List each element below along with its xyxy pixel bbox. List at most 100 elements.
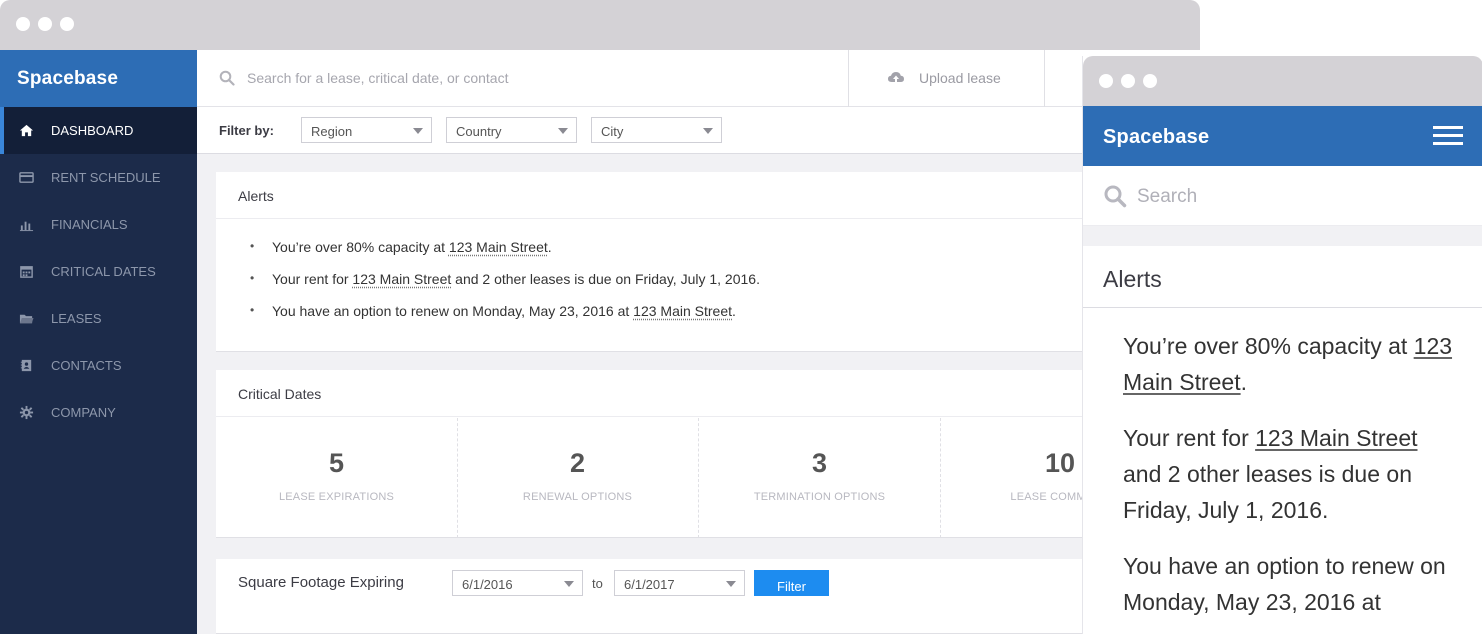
gear-icon [18,405,34,421]
alert-text-end: and 2 other leases is due on Friday, Jul… [1123,461,1412,523]
chevron-down-icon [726,581,736,587]
property-link[interactable]: 123 Main Street [449,239,548,255]
sidebar-item-label: LEASES [51,311,102,326]
sidebar-item-company[interactable]: COMPANY [0,389,197,436]
home-icon [18,123,34,139]
sidebar-item-label: CONTACTS [51,358,122,373]
chevron-down-icon [558,128,568,134]
section-divider [1083,226,1482,246]
mobile-alerts-title: Alerts [1083,246,1482,308]
top-bar: Search for a lease, critical date, or co… [197,50,1200,107]
mobile-alerts-list: You’re over 80% capacity at 123 Main Str… [1083,308,1482,634]
window-dot-minimize[interactable] [1121,74,1135,88]
mobile-search-input[interactable]: Search [1137,186,1197,208]
sidebar-item-financials[interactable]: FINANCIALS [0,201,197,248]
alert-text: You have an option to renew on Monday, M… [1123,553,1446,615]
sidebar-item-rent-schedule[interactable]: RENT SCHEDULE [0,154,197,201]
filter-button[interactable]: Filter [754,570,829,596]
sidebar-item-leases[interactable]: LEASES [0,295,197,342]
window-titlebar [0,0,1200,50]
chevron-down-icon [413,128,423,134]
sidebar-item-contacts[interactable]: CONTACTS [0,342,197,389]
window-dot-maximize[interactable] [60,17,74,31]
property-link[interactable]: 123 Main Street [352,271,451,287]
critical-dates-card: Critical Dates 5 LEASE EXPIRATIONS 2 REN… [216,370,1200,538]
search-input[interactable]: Search for a lease, critical date, or co… [247,70,508,86]
desktop-window: Spacebase DASHBOARD RENT SCHEDULE FINANC… [0,0,1200,634]
stat-renewal-options[interactable]: 2 RENEWAL OPTIONS [457,418,699,538]
alert-text: You have an option to renew on Monday, M… [272,303,634,319]
alert-item: You’re over 80% capacity at 123 Main Str… [250,239,1200,271]
main-content: Search for a lease, critical date, or co… [197,50,1200,634]
alert-item: You have an option to renew on Monday, M… [250,303,1200,335]
from-date-select[interactable]: 6/1/2016 [452,570,583,596]
sidebar-item-label: DASHBOARD [51,123,134,138]
stat-value: 5 [328,448,345,478]
alert-text: You’re over 80% capacity at [272,239,449,255]
window-dot-maximize[interactable] [1143,74,1157,88]
square-footage-card: Square Footage Expiring 6/1/2016 to 6/1/… [216,559,1200,634]
alerts-card: Alerts You’re over 80% capacity at 123 M… [216,172,1200,352]
to-date-select[interactable]: 6/1/2017 [614,570,745,596]
alert-item: Your rent for 123 Main Street and 2 othe… [250,271,1200,303]
city-select-value: City [601,124,624,139]
filter-label: Filter by: [219,123,274,138]
hamburger-menu-icon[interactable] [1433,126,1463,146]
chevron-down-icon [703,128,713,134]
address-book-icon [18,358,34,374]
sidebar-item-dashboard[interactable]: DASHBOARD [0,107,197,154]
alerts-title: Alerts [216,172,1200,219]
stat-value: 3 [811,448,828,478]
sidebar-item-label: FINANCIALS [51,217,128,232]
to-date-value: 6/1/2017 [624,577,675,592]
alert-text: Your rent for [272,271,353,287]
alert-text: You’re over 80% capacity at [1123,333,1414,359]
alerts-list: You’re over 80% capacity at 123 Main Str… [216,219,1200,335]
alert-text-end: . [1240,369,1247,395]
mobile-brand-logo[interactable]: Spacebase [1103,126,1209,149]
window-dot-close[interactable] [16,17,30,31]
alert-text-end: . [547,239,552,255]
calendar-icon [18,264,34,280]
country-select[interactable]: Country [446,117,577,143]
mobile-window: Spacebase Search Alerts You’re over 80% … [1082,56,1482,634]
sidebar-item-label: CRITICAL DATES [51,264,156,279]
from-date-value: 6/1/2016 [462,577,513,592]
mobile-window-titlebar [1083,56,1482,106]
sidebar-item-label: COMPANY [51,405,116,420]
upload-lease-button[interactable]: Upload lease [848,50,1045,107]
alert-item: Your rent for 123 Main Street and 2 othe… [1123,420,1453,528]
square-footage-title: Square Footage Expiring [238,574,404,591]
sidebar-item-label: RENT SCHEDULE [51,170,161,185]
stat-value: 2 [569,448,586,478]
search-icon [1103,184,1127,208]
window-dot-close[interactable] [1099,74,1113,88]
upload-lease-label: Upload lease [919,70,1001,86]
alert-text: Your rent for [1123,425,1256,451]
alert-text-end: and 2 other leases is due on Friday, Jul… [451,271,760,287]
sidebar: Spacebase DASHBOARD RENT SCHEDULE FINANC… [0,50,197,634]
folder-icon [18,311,34,327]
stat-termination-options[interactable]: 3 TERMINATION OPTIONS [699,418,941,538]
critical-dates-title: Critical Dates [216,370,1200,417]
search-icon [219,70,235,86]
window-dot-minimize[interactable] [38,17,52,31]
chevron-down-icon [564,581,574,587]
city-select[interactable]: City [591,117,722,143]
region-select[interactable]: Region [301,117,432,143]
stat-label: TERMINATION OPTIONS [753,491,886,503]
alert-item: You have an option to renew on Monday, M… [1123,548,1453,620]
mobile-search-bar: Search [1083,166,1482,226]
bar-chart-icon [18,217,34,233]
to-label: to [592,576,603,591]
stat-label: LEASE EXPIRATIONS [278,491,395,503]
property-link[interactable]: 123 Main Street [633,303,732,319]
stat-lease-expirations[interactable]: 5 LEASE EXPIRATIONS [216,418,458,538]
region-select-value: Region [311,124,353,139]
mobile-header: Spacebase [1083,106,1482,166]
property-link[interactable]: 123 Main Street [1255,425,1417,451]
sidebar-item-critical-dates[interactable]: CRITICAL DATES [0,248,197,295]
brand-logo[interactable]: Spacebase [0,50,197,107]
filter-bar: Filter by: Region Country City [197,107,1200,154]
country-select-value: Country [456,124,502,139]
